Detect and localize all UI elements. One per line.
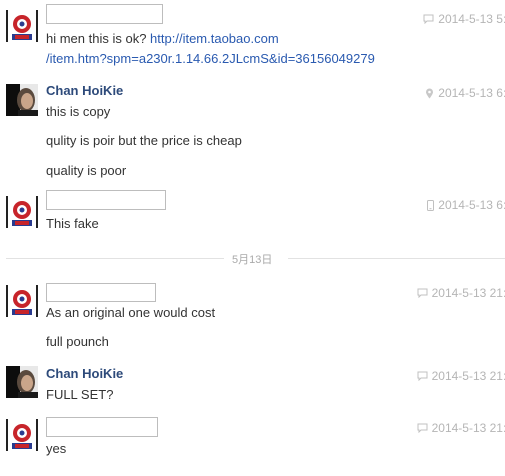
sender-name[interactable]: Chan HoiKie bbox=[46, 83, 123, 98]
message-timestamp: 2014-5-13 21:1 bbox=[431, 369, 505, 383]
chat-bubble-icon bbox=[423, 14, 434, 24]
message-meta: 2014-5-13 6:1 bbox=[427, 198, 505, 212]
avatar[interactable] bbox=[6, 84, 38, 116]
chat-bubble-icon bbox=[417, 288, 428, 298]
avatar[interactable] bbox=[6, 196, 38, 228]
divider-line bbox=[6, 258, 224, 259]
location-pin-icon bbox=[426, 88, 434, 98]
message-text: yes bbox=[46, 441, 67, 456]
message-text: qulity is poir but the price is cheap bbox=[46, 133, 242, 148]
chat-message: Chan HoiKie 2014-5-13 6:0 this is copy q… bbox=[0, 80, 505, 190]
chat-bubble-icon bbox=[417, 371, 428, 381]
message-timestamp: 2014-5-13 21:1 bbox=[431, 421, 505, 435]
avatar[interactable] bbox=[6, 366, 38, 398]
sender-name[interactable]: Chan HoiKie bbox=[46, 366, 123, 381]
message-meta: 2014-5-13 21:1 bbox=[417, 421, 505, 435]
date-divider-label: 5月13日 bbox=[232, 254, 273, 266]
message-text: full pounch bbox=[46, 334, 109, 349]
chat-message: 2014-5-13 6:1 This fake bbox=[0, 190, 505, 240]
message-text: quality is poor bbox=[46, 163, 127, 178]
message-text: hi men this is ok? http://item.taobao.co… bbox=[46, 31, 279, 46]
chat-bubble-icon bbox=[417, 423, 428, 433]
message-text: This fake bbox=[46, 216, 99, 231]
message-meta: 2014-5-13 21:1 bbox=[417, 286, 505, 300]
message-timestamp: 2014-5-13 21:1 bbox=[431, 286, 505, 300]
divider-line bbox=[288, 258, 505, 259]
message-timestamp: 2014-5-13 6:1 bbox=[438, 198, 505, 212]
message-text: As an original one would cost bbox=[46, 305, 216, 320]
sender-name-redacted bbox=[46, 4, 163, 24]
avatar[interactable] bbox=[6, 419, 38, 451]
avatar[interactable] bbox=[6, 285, 38, 317]
chat-message: 2014-5-13 5:0 hi men this is ok? http://… bbox=[0, 0, 505, 80]
chat-message: 2014-5-13 21:1 yes bbox=[0, 414, 505, 476]
sender-name-redacted bbox=[46, 283, 156, 302]
message-meta: 2014-5-13 21:1 bbox=[417, 369, 505, 383]
message-text: FULL SET? bbox=[46, 387, 114, 402]
message-text: this is copy bbox=[46, 104, 111, 119]
message-timestamp: 2014-5-13 5:0 bbox=[438, 12, 505, 26]
chat-message: Chan HoiKie 2014-5-13 21:1 FULL SET? bbox=[0, 362, 505, 412]
chat-message: 2014-5-13 21:1 As an original one would … bbox=[0, 280, 505, 360]
message-link[interactable]: http://item.taobao.com bbox=[150, 31, 279, 46]
sender-name-redacted bbox=[46, 190, 166, 210]
message-link-cont[interactable]: /item.htm?spm=a230r.1.14.66.2JLcmS&id=36… bbox=[46, 51, 375, 66]
message-timestamp: 2014-5-13 6:0 bbox=[438, 86, 505, 100]
sender-name-redacted bbox=[46, 417, 158, 437]
avatar[interactable] bbox=[6, 10, 38, 42]
mobile-phone-icon bbox=[427, 199, 435, 211]
message-meta: 2014-5-13 5:0 bbox=[423, 12, 505, 26]
message-meta: 2014-5-13 6:0 bbox=[425, 86, 505, 100]
date-divider: 5月13日 bbox=[6, 251, 505, 266]
